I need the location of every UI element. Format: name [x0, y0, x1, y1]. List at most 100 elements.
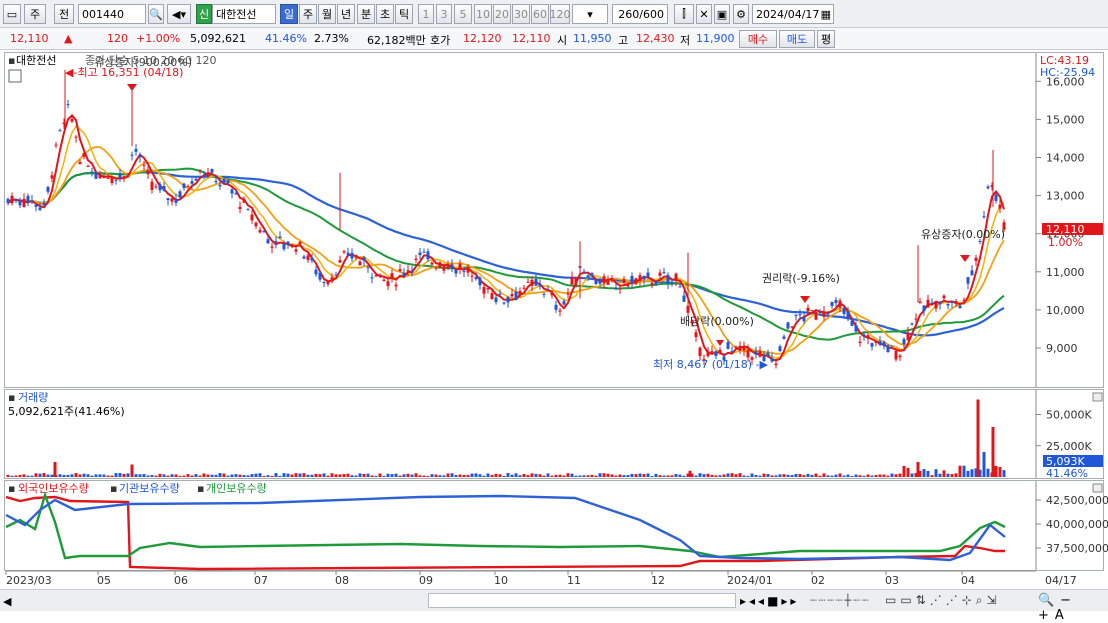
candle-body [134, 149, 138, 152]
candle-body [590, 273, 594, 277]
volume-bar [846, 474, 850, 477]
x-tick-label: 09 [419, 574, 433, 587]
volume-bar [334, 474, 338, 477]
candle-body [594, 279, 598, 285]
candle-body [642, 276, 646, 280]
candle-body [662, 272, 666, 274]
candle-body [886, 345, 890, 352]
candle-body [198, 169, 202, 171]
zoom-controls[interactable]: 🔍−+A [1038, 593, 1108, 623]
candle-body [94, 172, 98, 179]
candle-body [418, 252, 422, 256]
candle-body [34, 204, 38, 207]
candle-body [154, 186, 158, 188]
panel-close-icon[interactable] [1092, 392, 1103, 402]
panel-close-icon[interactable] [1092, 483, 1103, 493]
volume-bar [386, 473, 390, 477]
x-tick-label: 04/17 [1045, 574, 1077, 587]
volume-bar [578, 475, 582, 477]
volume-bar-spike [998, 467, 1002, 477]
volume-bar [762, 473, 766, 477]
volume-bar [270, 475, 274, 477]
volume-bar [442, 475, 446, 477]
candle-body [826, 314, 830, 316]
volume-bar [706, 473, 710, 477]
drawing-tools[interactable]: ▭▭⇅⋰⋰⊹⌕⇲ [885, 593, 1001, 608]
volume-bar [658, 475, 662, 477]
candle-body [510, 293, 514, 297]
volume-bar [618, 474, 622, 477]
legend-foreign: 외국인보유수량 [18, 482, 89, 495]
volume-bar [742, 475, 746, 477]
volume-bar [542, 475, 546, 477]
candle-body [682, 295, 686, 302]
volume-bar [218, 473, 222, 477]
y-tick-label: 14,000 [1046, 152, 1085, 165]
candle-body [602, 276, 606, 283]
candle-body [542, 293, 546, 295]
volume-bar [378, 473, 382, 477]
y-tick-label: 42,500,000 [1046, 494, 1108, 507]
candle-body [406, 270, 410, 272]
candle-body [598, 278, 602, 284]
volume-bar [290, 474, 294, 477]
candle-body [974, 257, 978, 261]
volume-bar [274, 473, 278, 477]
volume-bar [510, 474, 514, 477]
candle-body [218, 184, 222, 187]
candle-body [402, 272, 406, 277]
candle-body [818, 311, 822, 313]
volume-bar [646, 473, 650, 477]
ma5-line [7, 114, 1005, 362]
candle-body [678, 286, 682, 288]
volume-bar-spike [916, 462, 920, 477]
volume-bar [302, 473, 306, 477]
volume-bar [594, 475, 598, 477]
candle-body [38, 207, 42, 210]
candle-body [178, 191, 182, 198]
volume-bar [34, 473, 38, 477]
volume-bar [74, 473, 78, 477]
grid-toggle-icon[interactable] [8, 69, 22, 83]
volume-bar [314, 473, 318, 477]
volume-bar [58, 474, 62, 477]
volume-bar [890, 473, 894, 477]
playback-controls[interactable]: ▸◂◂■▸▸ [740, 594, 799, 608]
volume-bar [462, 474, 466, 477]
x-tick-label: 12 [651, 574, 665, 587]
candle-body [310, 257, 314, 261]
volume-bar [666, 475, 670, 477]
volume-bar [858, 475, 862, 477]
candle-body [998, 204, 1002, 209]
scroll-thumb[interactable] [428, 593, 736, 608]
candle-body [970, 270, 974, 276]
volume-bar [682, 475, 686, 477]
candle-body [962, 299, 966, 301]
candle-body [770, 358, 774, 362]
scroll-left-icon[interactable]: ◀ [3, 595, 17, 608]
candle-body [726, 342, 730, 349]
volume-bar [554, 474, 558, 477]
volume-bar [142, 474, 146, 477]
candle-body [330, 277, 334, 282]
candle-body [738, 345, 742, 351]
volume-bar [94, 474, 98, 477]
candle-body [450, 264, 454, 269]
volume-bar [38, 473, 42, 477]
volume-bar [870, 475, 874, 477]
volume-bar [822, 473, 826, 477]
volume-bar [114, 473, 118, 477]
volume-bar [842, 475, 846, 477]
candle-body [734, 346, 738, 349]
panel-icon: ▪ [110, 482, 117, 495]
candle-body [70, 118, 74, 122]
volume-bar [630, 473, 634, 477]
stock-chart[interactable]: ▪ 대한전선 종가 단순 5 10 20 60 120 유상증자(900.00%… [0, 0, 1108, 589]
zoom-slider[interactable]: ┈┈┈┈┼┈┈ [810, 594, 870, 607]
candle-body [498, 293, 502, 295]
candle-body [658, 272, 662, 276]
volume-bar [534, 473, 538, 477]
candle-body [766, 352, 770, 356]
volume-bar [906, 467, 910, 477]
candle-body [430, 262, 434, 265]
